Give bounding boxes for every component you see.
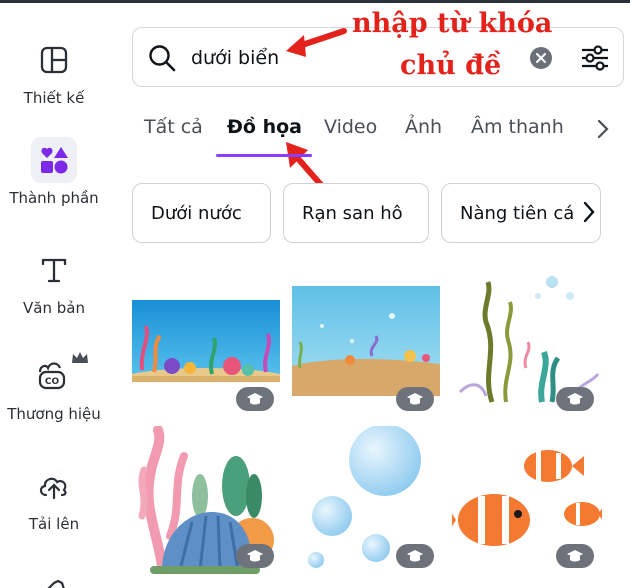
pro-crown-icon xyxy=(396,387,434,411)
sidebar-item-text[interactable]: Văn bản xyxy=(0,247,108,347)
tab-graphics[interactable]: Đồ họa xyxy=(227,116,302,138)
annotation-line-1: nhập từ khóa xyxy=(352,8,553,39)
chevron-right-icon[interactable] xyxy=(596,118,610,144)
pro-crown-icon xyxy=(556,387,594,411)
annotation-arrow-icon xyxy=(286,28,347,57)
sidebar-item-design[interactable]: Thiết kế xyxy=(0,37,108,137)
filter-icon[interactable] xyxy=(579,42,611,74)
cloud-upload-icon xyxy=(31,463,77,509)
tab-video[interactable]: Video xyxy=(324,116,377,138)
chip-coral-reef[interactable]: Rạn san hô xyxy=(283,183,429,243)
close-icon[interactable] xyxy=(530,47,552,69)
seaweed-bubbles-image xyxy=(458,276,600,403)
active-tab-indicator xyxy=(216,154,312,157)
graphic-tile-seaweed[interactable] xyxy=(452,272,600,404)
graphic-tile-clownfish[interactable] xyxy=(452,440,602,560)
sidebar-item-uploads[interactable]: Tải lên xyxy=(0,463,108,563)
sidebar-item-label: Thiết kế xyxy=(23,89,85,107)
graphic-tile-underwater-reef[interactable] xyxy=(132,300,280,382)
sidebar-item-label: Văn bản xyxy=(23,299,85,317)
sidebar-more-icon[interactable] xyxy=(44,576,68,588)
chip-underwater[interactable]: Dưới nước xyxy=(132,183,271,243)
sidebar-item-brand[interactable]: CO Thương hiệu xyxy=(0,352,108,453)
chevron-right-icon[interactable] xyxy=(582,200,596,228)
text-icon xyxy=(31,247,77,293)
pro-crown-icon xyxy=(236,387,274,411)
crown-icon xyxy=(72,352,88,363)
sidebar-item-label: Thương hiệu xyxy=(7,405,101,423)
search-icon[interactable] xyxy=(147,43,177,77)
svg-text:CO: CO xyxy=(45,377,60,387)
pro-crown-icon xyxy=(396,544,434,568)
annotation-line-2: chủ đề xyxy=(400,50,502,81)
sea-floor-image xyxy=(292,286,440,396)
brand-icon: CO xyxy=(31,352,88,399)
sidebar-item-label: Tải lên xyxy=(28,515,80,533)
pro-crown-icon xyxy=(556,544,594,568)
tabs: Tất cả Đồ họa Video Ảnh Âm thanh xyxy=(132,108,630,158)
chip-mermaid[interactable]: Nàng tiên cá xyxy=(441,183,601,243)
shapes-icon xyxy=(31,137,77,183)
clownfish-image xyxy=(452,450,602,546)
graphic-tile-sea-floor[interactable] xyxy=(292,286,440,396)
sidebar: Thiết kế Thành phần Văn bản CO Thương hi… xyxy=(0,3,108,588)
tab-audio[interactable]: Âm thanh xyxy=(471,116,564,138)
pro-crown-icon xyxy=(236,544,274,568)
layout-icon xyxy=(31,37,77,83)
tab-all[interactable]: Tất cả xyxy=(144,116,203,138)
tab-photos[interactable]: Ảnh xyxy=(405,116,442,138)
underwater-reef-image xyxy=(132,300,280,382)
sidebar-item-label: Thành phần xyxy=(9,189,99,207)
sidebar-item-elements[interactable]: Thành phần xyxy=(0,137,108,237)
